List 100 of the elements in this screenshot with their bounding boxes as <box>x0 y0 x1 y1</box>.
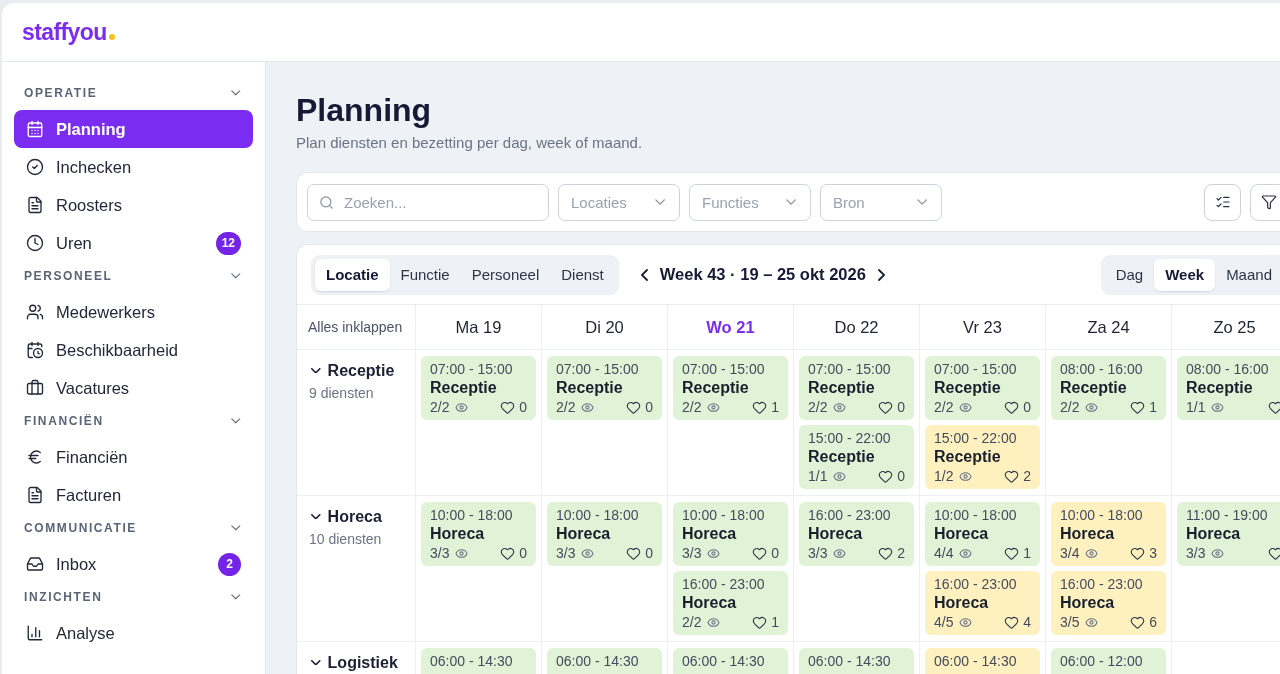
shift-time: 10:00 - 18:00 <box>682 507 766 524</box>
shift-card[interactable]: 10:00 - 18:00 Horeca 3/3 0 <box>547 502 662 566</box>
previous-button[interactable] <box>638 266 650 283</box>
shift-time: 16:00 - 23:00 <box>808 507 892 524</box>
shift-role: Receptie <box>1060 378 1128 398</box>
section-title: PERSONEEL <box>24 269 113 283</box>
shift-role: Receptie <box>808 378 876 398</box>
shift-card[interactable]: 15:00 - 22:00 Receptie 1/1 0 <box>799 425 914 489</box>
staffing-count: 3/5 <box>1060 613 1080 631</box>
checklist-button[interactable] <box>1204 183 1241 221</box>
shift-time: 07:00 - 15:00 <box>682 361 766 378</box>
day-header: Wo 21 <box>667 305 793 350</box>
shift-card[interactable]: 10:00 - 18:00 Horeca 4/4 1 <box>925 502 1040 566</box>
tab[interactable]: Personeel <box>460 258 551 291</box>
likes-count: 0 <box>1023 398 1031 416</box>
likes-count: 0 <box>897 467 905 485</box>
shift-card[interactable]: 16:00 - 23:00 Horeca 2/2 1 <box>673 571 788 635</box>
shift-card[interactable]: 06:00 - 14:30 <box>673 648 788 674</box>
shift-card[interactable]: 16:00 - 23:00 Horeca 3/3 2 <box>799 502 914 566</box>
shift-card[interactable]: 07:00 - 15:00 Receptie 2/2 0 <box>799 356 914 420</box>
shift-card[interactable]: 07:00 - 15:00 Receptie 2/2 0 <box>547 356 662 420</box>
nav-item[interactable]: Beschikbaarheid <box>14 331 253 369</box>
nav-item[interactable]: Financiën <box>14 438 253 476</box>
shift-time: 07:00 - 15:00 <box>556 361 640 378</box>
shift-card[interactable]: 10:00 - 18:00 Horeca 3/3 0 <box>421 502 536 566</box>
search-field[interactable]: Zoeken... <box>307 183 549 221</box>
page-title: Planning <box>296 91 432 129</box>
next-button[interactable] <box>875 266 887 283</box>
shift-role: Horeca <box>1186 524 1242 544</box>
shift-card[interactable]: 07:00 - 15:00 Receptie 2/2 0 <box>421 356 536 420</box>
tab[interactable]: Locatie <box>315 258 390 291</box>
shift-card[interactable]: 10:00 - 18:00 Horeca 3/4 3 <box>1051 502 1166 566</box>
tab[interactable]: Week <box>1154 258 1216 291</box>
heart-icon <box>500 399 516 415</box>
filter-button[interactable] <box>1250 183 1280 221</box>
shift-card[interactable]: 06:00 - 14:30 <box>925 648 1040 674</box>
chevron-down-icon[interactable] <box>311 367 321 374</box>
staffing-count: 2/2 <box>682 398 702 416</box>
shift-card[interactable]: 15:00 - 22:00 Receptie 1/2 2 <box>925 425 1040 489</box>
shift-card[interactable]: 06:00 - 12:00 <box>1051 648 1166 674</box>
eye-icon <box>959 469 973 483</box>
shift-role: Receptie <box>934 378 1002 398</box>
nav-item[interactable]: Planning <box>14 110 253 148</box>
shift-card[interactable]: 07:00 - 15:00 Receptie 2/2 0 <box>925 356 1040 420</box>
eye-icon <box>833 400 847 414</box>
shift-time: 06:00 - 14:30 <box>808 653 892 670</box>
shift-card[interactable]: 06:00 - 14:30 <box>547 648 662 674</box>
chevron-down-icon <box>654 199 665 205</box>
chevron-down-icon[interactable] <box>311 513 321 520</box>
shift-card[interactable]: 06:00 - 14:30 <box>421 648 536 674</box>
shift-card[interactable]: 16:00 - 23:00 Horeca 3/5 6 <box>1051 571 1166 635</box>
eye-icon <box>959 400 973 414</box>
likes-count: 2 <box>897 544 905 562</box>
tab[interactable]: Maand <box>1215 258 1280 291</box>
eye-icon <box>1085 615 1099 629</box>
nav-item[interactable]: Inchecken <box>14 148 253 186</box>
day-header: Ma 19 <box>415 305 541 350</box>
staffing-count: 2/2 <box>682 613 702 631</box>
nav-item[interactable]: Inbox 2 <box>14 545 253 583</box>
document-icon <box>26 486 44 504</box>
staffing-count: 2/2 <box>808 398 828 416</box>
nav-item[interactable]: Uren 12 <box>14 224 253 262</box>
collapse-all-link[interactable]: Alles inklappen <box>308 319 403 335</box>
shift-card[interactable]: 11:00 - 19:00 Horeca 3/3 <box>1177 502 1280 566</box>
shift-time: 07:00 - 15:00 <box>430 361 514 378</box>
shift-card[interactable]: 07:00 - 15:00 Receptie 2/2 1 <box>673 356 788 420</box>
shift-card[interactable]: 16:00 - 23:00 Horeca 4/5 4 <box>925 571 1040 635</box>
shift-card[interactable]: 06:00 - 14:30 <box>799 648 914 674</box>
staffing-count: 3/4 <box>1060 544 1080 562</box>
nav-item[interactable]: Analyse <box>14 614 253 652</box>
tab[interactable]: Functie <box>389 258 461 291</box>
shift-role: Receptie <box>934 447 1002 467</box>
tab[interactable]: Dienst <box>550 258 615 291</box>
shift-role: Horeca <box>808 524 864 544</box>
count-badge: 2 <box>218 552 241 576</box>
nav-item[interactable]: Roosters <box>14 186 253 224</box>
staffing-count: 3/3 <box>556 544 576 562</box>
heart-icon <box>626 545 642 561</box>
shift-time: 10:00 - 18:00 <box>1060 507 1144 524</box>
eye-icon <box>707 400 721 414</box>
shift-card[interactable]: 08:00 - 16:00 Receptie 2/2 1 <box>1051 356 1166 420</box>
chevron-down-icon[interactable] <box>311 659 321 666</box>
staffing-count: 4/4 <box>934 544 954 562</box>
nav-item[interactable]: Vacatures <box>14 369 253 407</box>
shift-count: 10 diensten <box>309 530 383 548</box>
chevron-right-icon <box>877 268 885 281</box>
shift-card[interactable]: 10:00 - 18:00 Horeca 3/3 0 <box>673 502 788 566</box>
likes-count: 0 <box>645 544 653 562</box>
heart-icon <box>1130 614 1146 630</box>
eye-icon <box>455 400 469 414</box>
nav-item[interactable]: Facturen <box>14 476 253 514</box>
shift-card[interactable]: 08:00 - 16:00 Receptie 1/1 <box>1177 356 1280 420</box>
shift-role: Horeca <box>1060 593 1116 613</box>
likes-count: 3 <box>1149 544 1157 562</box>
shift-time: 06:00 - 14:30 <box>934 653 1018 670</box>
likes-count: 0 <box>897 398 905 416</box>
tab[interactable]: Dag <box>1104 258 1155 291</box>
nav-item[interactable]: Medewerkers <box>14 293 253 331</box>
shift-role: Receptie <box>682 378 750 398</box>
eye-icon <box>1085 546 1099 560</box>
